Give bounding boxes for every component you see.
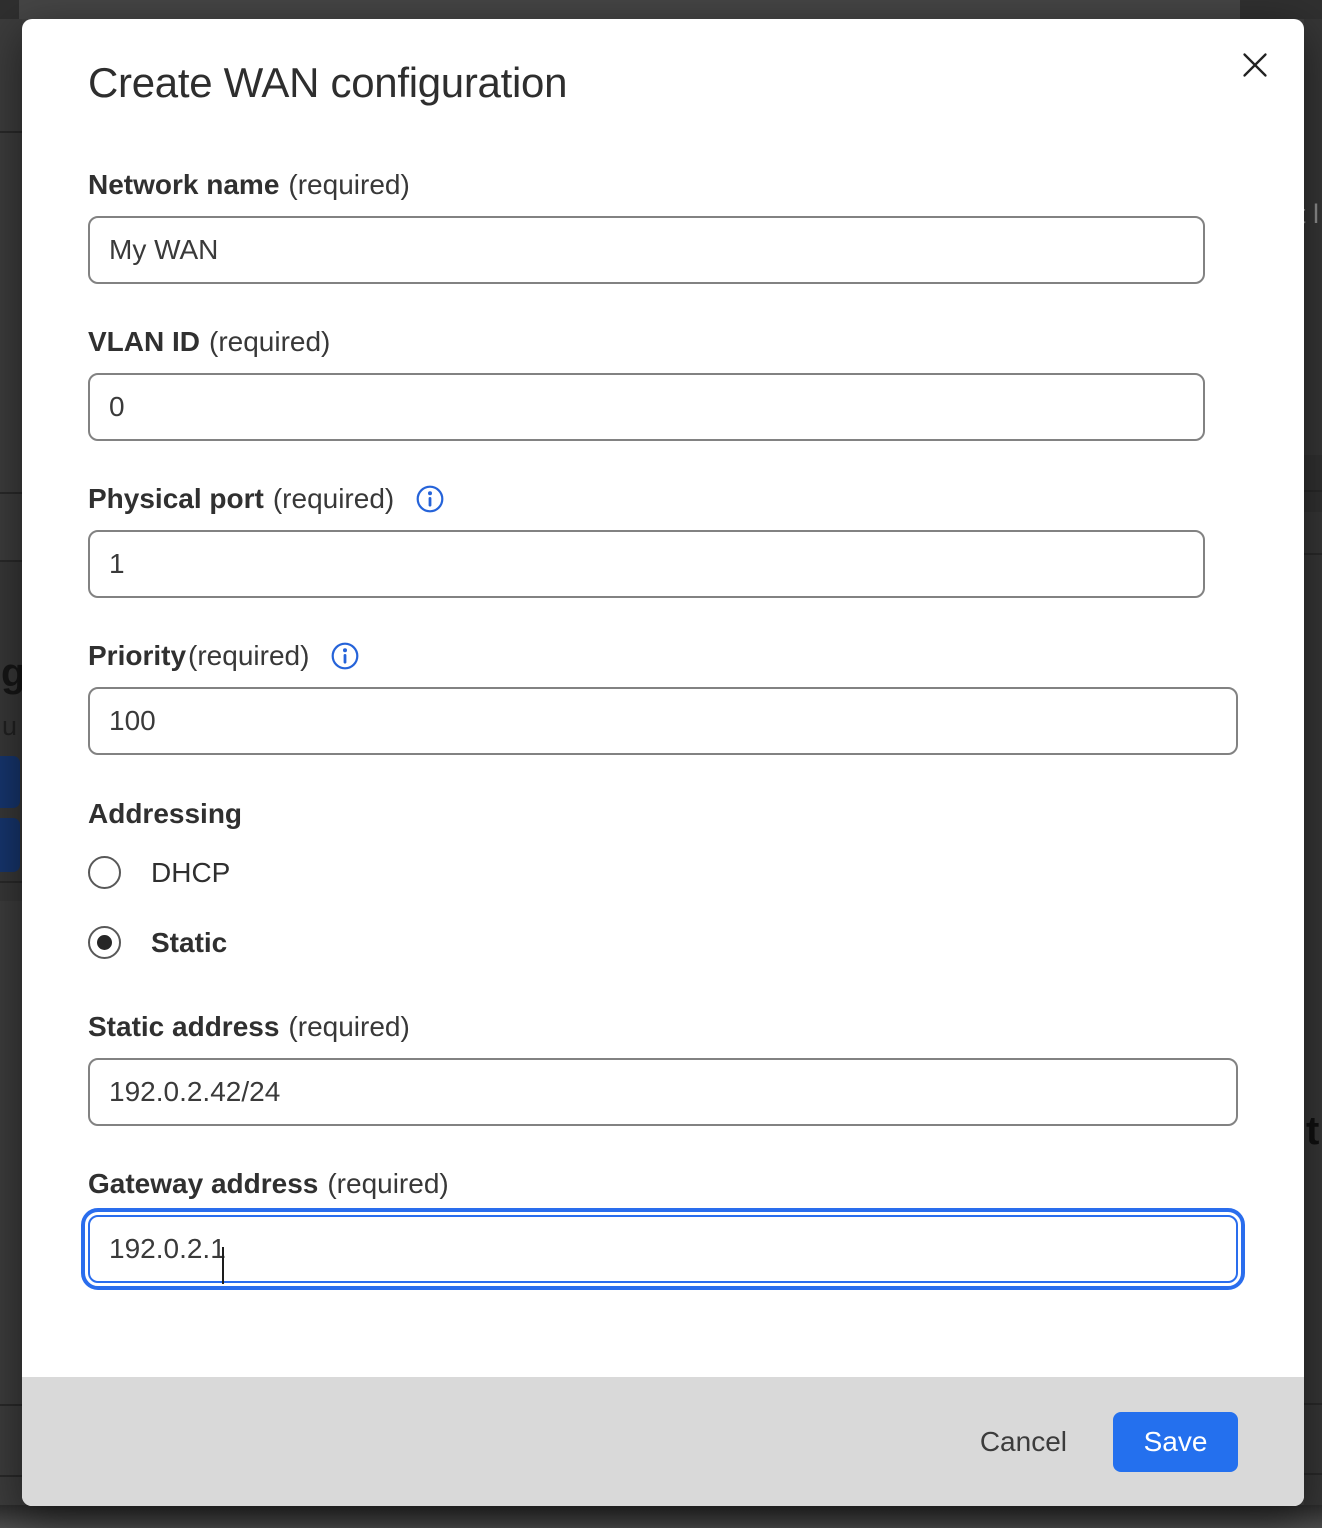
background-row-divider <box>0 1475 22 1477</box>
physical-port-input[interactable] <box>88 530 1205 598</box>
background-heading-fragment: g <box>1 651 22 696</box>
dialog-footer: Cancel Save <box>22 1377 1304 1506</box>
save-button[interactable]: Save <box>1113 1412 1238 1472</box>
static-address-label: Static address <box>88 1011 279 1042</box>
background-text-fragment: t l <box>1304 199 1319 230</box>
priority-input[interactable] <box>88 687 1238 755</box>
vlan-id-label-row: VLAN ID (required) <box>88 326 1238 357</box>
overlay-top-right-corner <box>1240 0 1322 19</box>
physical-port-field: Physical port (required) <box>88 483 1238 598</box>
background-heading-fragment: t <box>1306 1109 1319 1154</box>
network-name-input[interactable] <box>88 216 1205 284</box>
overlay-bottom-strip <box>0 1505 1322 1528</box>
dhcp-radio-label: DHCP <box>151 857 230 889</box>
network-name-label: Network name <box>88 169 279 200</box>
vlan-id-input[interactable] <box>88 373 1205 441</box>
priority-field: Priority (required) <box>88 640 1238 755</box>
background-blue-button-fragment <box>0 756 20 808</box>
required-hint: (required) <box>209 326 330 357</box>
vlan-id-label: VLAN ID <box>88 326 200 357</box>
dialog-body: Create WAN configuration Network name (r… <box>22 19 1304 1377</box>
overlay-top-strip <box>0 0 1322 19</box>
required-hint: (required) <box>288 1011 409 1042</box>
gateway-address-field: Gateway address (required) <box>88 1168 1238 1283</box>
background-panel-fragment <box>1304 455 1322 512</box>
create-wan-configuration-dialog: Create WAN configuration Network name (r… <box>22 19 1304 1506</box>
background-row-divider <box>1304 1403 1322 1405</box>
physical-port-label: Physical port <box>88 483 264 514</box>
network-name-field: Network name (required) <box>88 169 1238 284</box>
background-row-divider <box>1304 490 1322 492</box>
gateway-address-input[interactable] <box>88 1215 1238 1283</box>
background-text-fragment: u <box>2 711 17 742</box>
addressing-section-heading: Addressing <box>88 798 1238 829</box>
background-page-left-edge: g u <box>0 19 22 1506</box>
required-hint: (required) <box>188 640 309 671</box>
priority-label-row: Priority (required) <box>88 640 1238 671</box>
radio-unselected-icon[interactable] <box>88 856 121 889</box>
background-row-divider <box>0 560 22 562</box>
text-cursor <box>222 1247 224 1284</box>
cancel-button[interactable]: Cancel <box>980 1426 1067 1458</box>
background-blue-button-fragment <box>0 818 20 872</box>
background-row-divider <box>0 881 22 883</box>
required-hint: (required) <box>327 1168 448 1199</box>
static-address-input[interactable] <box>88 1058 1238 1126</box>
background-row-divider <box>1304 553 1322 555</box>
static-address-label-row: Static address (required) <box>88 1011 1238 1042</box>
vlan-id-field: VLAN ID (required) <box>88 326 1238 441</box>
addressing-option-static[interactable]: Static <box>88 926 1238 959</box>
dialog-title: Create WAN configuration <box>88 19 1238 107</box>
physical-port-label-row: Physical port (required) <box>88 483 1238 514</box>
required-hint: (required) <box>273 483 394 514</box>
gateway-address-input-wrap <box>88 1215 1238 1283</box>
close-icon <box>1241 51 1269 79</box>
background-row-divider <box>1304 1473 1322 1475</box>
background-row-divider <box>0 492 22 494</box>
addressing-option-dhcp[interactable]: DHCP <box>88 856 1238 889</box>
physical-port-info-icon[interactable] <box>415 484 445 514</box>
background-page-right-edge: t l t <box>1304 19 1322 1506</box>
background-row-divider <box>0 1404 22 1406</box>
static-radio-label: Static <box>151 927 227 959</box>
required-hint: (required) <box>288 169 409 200</box>
priority-info-icon[interactable] <box>330 641 360 671</box>
close-button[interactable] <box>1239 49 1271 81</box>
gateway-address-label-row: Gateway address (required) <box>88 1168 1238 1199</box>
network-name-label-row: Network name (required) <box>88 169 1238 200</box>
static-address-field: Static address (required) <box>88 1011 1238 1126</box>
gateway-address-label: Gateway address <box>88 1168 318 1199</box>
background-row-divider <box>0 131 22 133</box>
radio-selected-icon[interactable] <box>88 926 121 959</box>
priority-label: Priority <box>88 640 186 671</box>
radio-dot <box>97 935 112 950</box>
